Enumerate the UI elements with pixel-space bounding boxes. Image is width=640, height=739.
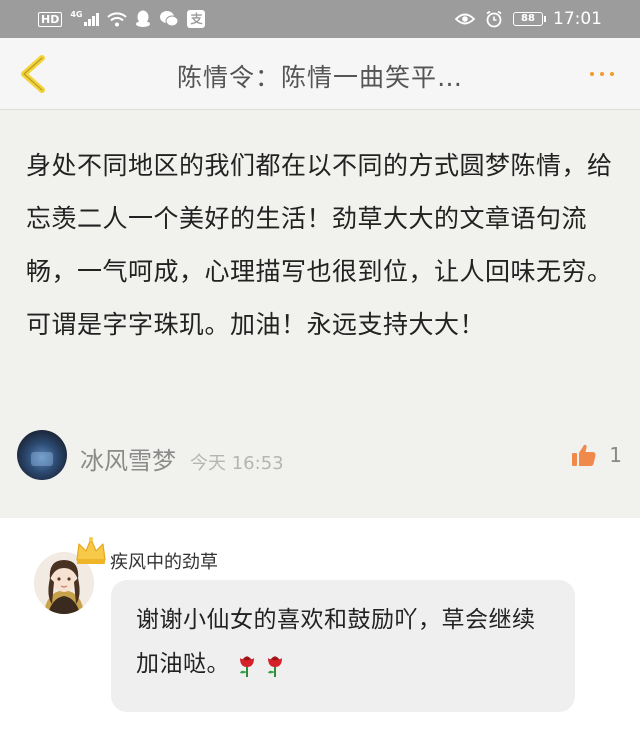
reply-text: 谢谢小仙女的喜欢和鼓励吖，草会继续加油哒。 bbox=[136, 607, 536, 677]
hd-badge: HD bbox=[38, 11, 63, 27]
page-title: 陈情令：陈情一曲笑平… bbox=[176, 63, 463, 92]
comment-username[interactable]: 冰风雪梦 bbox=[80, 441, 176, 476]
comment-card: 身处不同地区的我们都在以不同的方式圆梦陈情，给忘羡二人一个美好的生活！劲草大大的… bbox=[0, 111, 640, 518]
reply-content: 谢谢小仙女的喜欢和鼓励吖，草会继续加油哒。 bbox=[136, 598, 556, 686]
alarm-icon bbox=[486, 10, 502, 28]
more-dots-icon bbox=[590, 72, 594, 76]
status-bar: HD 4G 支 88 17:01 bbox=[0, 0, 640, 38]
qq-icon bbox=[136, 10, 151, 27]
author-reply: 疾风中的劲草 谢谢小仙女的喜欢和鼓励吖，草会继续加油哒。 bbox=[0, 518, 640, 739]
more-button[interactable] bbox=[590, 66, 620, 82]
eye-icon bbox=[455, 13, 475, 25]
reply-bubble: 谢谢小仙女的喜欢和鼓励吖，草会继续加油哒。 bbox=[111, 580, 575, 712]
rose-icon bbox=[240, 655, 254, 677]
signal-icon bbox=[84, 12, 100, 26]
wifi-icon bbox=[107, 12, 128, 27]
avatar[interactable] bbox=[17, 430, 67, 480]
thumbs-up-icon bbox=[572, 444, 596, 466]
like-button[interactable]: 1 bbox=[571, 441, 622, 469]
clock: 17:01 bbox=[553, 9, 602, 29]
alipay-icon: 支 bbox=[187, 10, 206, 28]
network-type: 4G bbox=[70, 9, 83, 19]
status-left: HD 4G 支 bbox=[38, 9, 206, 29]
rose-icon bbox=[268, 655, 282, 677]
like-count: 1 bbox=[609, 443, 622, 467]
nav-bar: 陈情令：陈情一曲笑平… bbox=[0, 38, 640, 110]
battery-icon: 88 bbox=[513, 12, 546, 26]
author-name[interactable]: 疾风中的劲草 bbox=[110, 548, 218, 574]
comment-text: 身处不同地区的我们都在以不同的方式圆梦陈情，给忘羡二人一个美好的生活！劲草大大的… bbox=[26, 151, 613, 339]
crown-icon bbox=[76, 537, 106, 564]
comment-timestamp: 今天 16:53 bbox=[190, 453, 284, 474]
status-right: 88 17:01 bbox=[455, 9, 602, 29]
wechat-icon bbox=[160, 11, 179, 27]
